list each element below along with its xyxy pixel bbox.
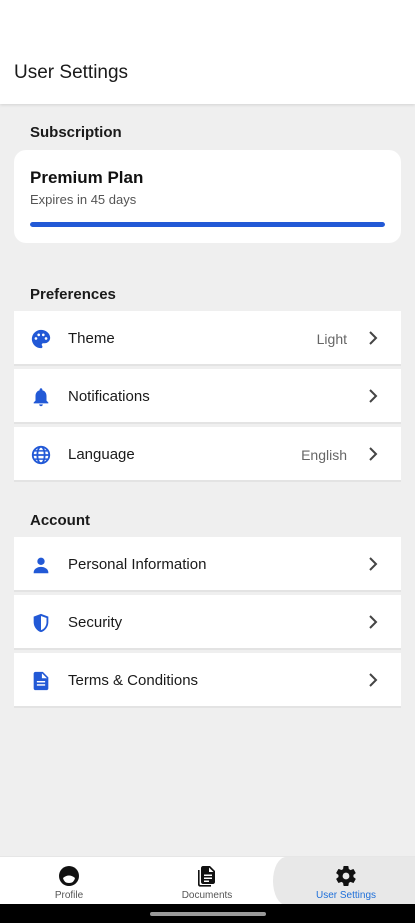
chevron-right-icon xyxy=(369,673,378,687)
app-header: User Settings xyxy=(0,0,415,104)
preferences-section-title: Preferences xyxy=(30,286,116,303)
settings-row-personal-information[interactable]: Personal Information xyxy=(14,537,401,592)
settings-row-label: Terms & Conditions xyxy=(68,672,199,689)
settings-row-label: Theme xyxy=(68,330,115,347)
settings-row-security[interactable]: Security xyxy=(14,595,401,650)
chevron-right-icon xyxy=(369,331,378,345)
system-navigation-bar xyxy=(0,904,415,923)
person-icon xyxy=(33,557,49,574)
settings-row-label: Security xyxy=(68,614,123,631)
document-icon xyxy=(33,671,49,691)
documents-icon xyxy=(198,866,215,887)
settings-row-label: Language xyxy=(68,446,135,463)
shield-icon xyxy=(33,613,49,633)
subscription-section-title: Subscription xyxy=(30,124,122,141)
settings-row-terms-conditions[interactable]: Terms & Conditions xyxy=(14,653,401,708)
nav-tab-label: User Settings xyxy=(315,890,377,901)
palette-icon xyxy=(31,329,51,349)
profile-face-icon xyxy=(59,866,79,886)
chevron-right-icon xyxy=(369,389,378,403)
nav-tab-label: Profile xyxy=(54,890,84,901)
bell-icon xyxy=(33,388,49,407)
chevron-right-icon xyxy=(369,615,378,629)
settings-row-notifications[interactable]: Notifications xyxy=(14,369,401,424)
subscription-card: Premium Plan Expires in 45 days xyxy=(14,150,401,243)
settings-row-language[interactable]: Language English xyxy=(14,427,401,482)
bottom-navigation: Profile Documents User Settings xyxy=(0,856,415,905)
settings-row-label: Notifications xyxy=(68,388,150,405)
settings-row-value: Light xyxy=(316,331,347,347)
subscription-progress-bar xyxy=(30,222,385,227)
settings-row-label: Personal Information xyxy=(68,556,207,573)
nav-tab-profile[interactable]: Profile xyxy=(0,857,138,905)
chevron-right-icon xyxy=(369,557,378,571)
account-section-title: Account xyxy=(30,512,90,529)
nav-tab-user-settings[interactable]: User Settings xyxy=(277,857,415,905)
subscription-progress-fill xyxy=(30,222,385,227)
gear-icon xyxy=(336,866,356,886)
plan-name: Premium Plan xyxy=(30,168,144,187)
globe-icon xyxy=(31,445,51,465)
nav-tab-label: Documents xyxy=(181,890,233,901)
settings-row-theme[interactable]: Theme Light xyxy=(14,311,401,366)
plan-expiry: Expires in 45 days xyxy=(30,192,137,207)
page-title: User Settings xyxy=(14,62,129,83)
nav-tab-documents[interactable]: Documents xyxy=(138,857,276,905)
settings-row-value: English xyxy=(301,447,347,463)
chevron-right-icon xyxy=(369,447,378,461)
home-gesture-handle[interactable] xyxy=(150,912,266,916)
